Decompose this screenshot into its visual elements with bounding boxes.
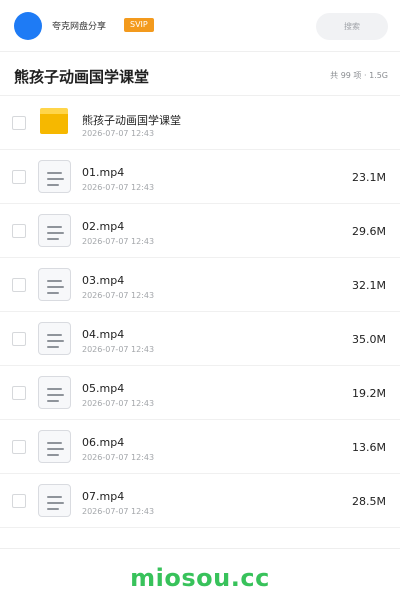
file-icon <box>38 214 71 247</box>
file-list: 熊孩子动画国学课堂 2026-07-07 12:43 01.mp4 2026-0… <box>0 96 400 528</box>
item-size: 32.1M <box>352 279 386 292</box>
item-size: 28.5M <box>352 495 386 508</box>
item-name: 05.mp4 <box>82 382 125 395</box>
file-icon <box>38 430 71 463</box>
item-name: 01.mp4 <box>82 166 125 179</box>
item-name: 06.mp4 <box>82 436 125 449</box>
item-date: 2026-07-07 12:43 <box>82 507 155 516</box>
item-date: 2026-07-07 12:43 <box>82 129 155 138</box>
item-name: 07.mp4 <box>82 490 125 503</box>
item-size: 23.1M <box>352 171 386 184</box>
list-item[interactable]: 01.mp4 2026-07-07 12:43 23.1M <box>0 150 400 204</box>
file-icon <box>38 160 71 193</box>
brand-label: 夸克网盘分享 <box>52 22 107 32</box>
row-checkbox[interactable] <box>12 116 26 130</box>
item-size: 13.6M <box>352 441 386 454</box>
item-size: 19.2M <box>352 387 386 400</box>
item-name: 02.mp4 <box>82 220 125 233</box>
row-checkbox[interactable] <box>12 332 26 346</box>
folder-title-bar: 熊孩子动画国学课堂 共 99 项 · 1.5G <box>0 52 400 96</box>
top-header: 夸克网盘分享 SVIP 搜索 <box>0 0 400 52</box>
list-item[interactable]: 06.mp4 2026-07-07 12:43 13.6M <box>0 420 400 474</box>
list-item[interactable]: 熊孩子动画国学课堂 2026-07-07 12:43 <box>0 96 400 150</box>
page-title: 熊孩子动画国学课堂 <box>14 68 150 86</box>
row-checkbox[interactable] <box>12 224 26 238</box>
list-item[interactable]: 04.mp4 2026-07-07 12:43 35.0M <box>0 312 400 366</box>
item-date: 2026-07-07 12:43 <box>82 183 155 192</box>
item-size: 35.0M <box>352 333 386 346</box>
item-name: 熊孩子动画国学课堂 <box>82 114 181 127</box>
row-checkbox[interactable] <box>12 170 26 184</box>
item-date: 2026-07-07 12:43 <box>82 291 155 300</box>
file-icon <box>38 484 71 517</box>
file-icon <box>38 322 71 355</box>
row-checkbox[interactable] <box>12 278 26 292</box>
item-name: 03.mp4 <box>82 274 125 287</box>
item-date: 2026-07-07 12:43 <box>82 453 155 462</box>
list-item[interactable]: 05.mp4 2026-07-07 12:43 19.2M <box>0 366 400 420</box>
item-size: 29.6M <box>352 225 386 238</box>
list-item[interactable]: 07.mp4 2026-07-07 12:43 28.5M <box>0 474 400 528</box>
file-icon <box>38 376 71 409</box>
row-checkbox[interactable] <box>12 440 26 454</box>
watermark-text: miosou.cc <box>130 564 270 592</box>
file-icon <box>38 268 71 301</box>
row-checkbox[interactable] <box>12 386 26 400</box>
footer-divider <box>0 548 400 549</box>
row-checkbox[interactable] <box>12 494 26 508</box>
item-date: 2026-07-07 12:43 <box>82 399 155 408</box>
item-name: 04.mp4 <box>82 328 125 341</box>
item-date: 2026-07-07 12:43 <box>82 345 155 354</box>
item-date: 2026-07-07 12:43 <box>82 237 155 246</box>
svip-badge: SVIP <box>124 18 154 32</box>
list-item[interactable]: 02.mp4 2026-07-07 12:43 29.6M <box>0 204 400 258</box>
folder-icon <box>40 108 68 134</box>
list-item[interactable]: 03.mp4 2026-07-07 12:43 32.1M <box>0 258 400 312</box>
folder-summary: 共 99 项 · 1.5G <box>330 71 388 80</box>
avatar[interactable] <box>14 12 42 40</box>
search-input[interactable]: 搜索 <box>316 13 388 40</box>
